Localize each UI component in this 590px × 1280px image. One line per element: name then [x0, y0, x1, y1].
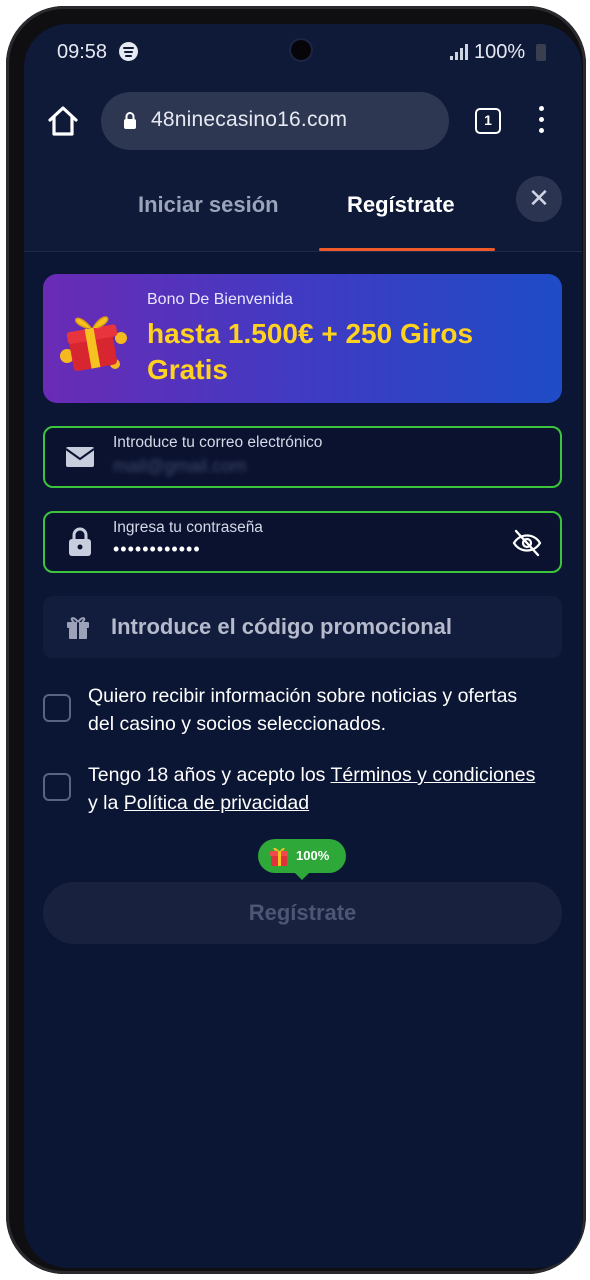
phone-frame: 09:58 100% 48ninecasino16.com 1 Iniciar … — [6, 6, 586, 1274]
battery-percent: 100% — [474, 41, 526, 63]
terms-middle: y la — [88, 792, 124, 814]
more-menu-icon[interactable] — [537, 106, 545, 136]
tab-login[interactable]: Iniciar sesión — [138, 192, 279, 218]
auth-tabs: Iniciar sesión Regístrate ✕ — [24, 164, 582, 252]
url-text: 48ninecasino16.com — [151, 108, 348, 131]
gift-icon — [60, 316, 127, 371]
envelope-icon — [65, 447, 95, 467]
padlock-icon — [69, 527, 91, 556]
tab-switcher-button[interactable]: 1 — [475, 108, 501, 134]
password-label: Ingresa tu contraseña — [113, 519, 263, 536]
email-label: Introduce tu correo electrónico — [113, 434, 323, 451]
email-field[interactable]: Introduce tu correo electrónico mail@gma… — [43, 426, 562, 488]
spotify-icon — [119, 42, 138, 61]
lock-icon — [124, 112, 136, 129]
screen: 09:58 100% 48ninecasino16.com 1 Iniciar … — [24, 24, 582, 1268]
bonus-title: hasta 1.500€ + 250 Giros Gratis — [147, 318, 474, 385]
newsletter-consent: Quiero recibir información sobre noticia… — [43, 682, 563, 742]
browser-toolbar: 48ninecasino16.com 1 — [24, 86, 582, 164]
terms-prefix: Tengo 18 años y acepto los — [88, 764, 331, 786]
address-bar[interactable]: 48ninecasino16.com — [101, 92, 449, 150]
terms-checkbox[interactable] — [43, 773, 71, 801]
promo-code-field[interactable]: Introduce el código promocional — [43, 596, 562, 658]
gift-small-icon — [67, 617, 89, 639]
tab-register[interactable]: Regístrate — [347, 192, 455, 218]
password-value: •••••••••••• — [113, 539, 201, 559]
home-icon[interactable] — [46, 104, 80, 138]
badge-percent: 100% — [296, 848, 330, 863]
bonus-label: Bono De Bienvenida — [147, 291, 293, 308]
register-submit-button[interactable]: Regístrate — [43, 882, 562, 944]
terms-consent: Tengo 18 años y acepto los Términos y co… — [43, 761, 563, 821]
newsletter-checkbox[interactable] — [43, 694, 71, 722]
email-value: mail@gmail.com — [113, 456, 247, 476]
active-tab-indicator — [319, 248, 495, 251]
promo-code-placeholder: Introduce el código promocional — [111, 614, 453, 639]
front-camera — [291, 40, 311, 60]
status-bar: 09:58 100% — [24, 24, 582, 86]
privacy-link[interactable]: Política de privacidad — [124, 792, 309, 814]
terms-link[interactable]: Términos y condiciones — [330, 764, 535, 786]
terms-text: Tengo 18 años y acepto los Términos y co… — [88, 761, 548, 817]
close-button[interactable]: ✕ — [516, 176, 562, 222]
welcome-bonus-banner: Bono De Bienvenida hasta 1.500€ + 250 Gi… — [43, 274, 562, 403]
battery-icon — [536, 44, 546, 61]
status-time: 09:58 — [57, 41, 108, 63]
gift-badge-icon — [270, 847, 288, 866]
signal-icon — [450, 44, 468, 60]
bonus-badge: 100% — [258, 839, 346, 880]
password-field[interactable]: Ingresa tu contraseña •••••••••••• — [43, 511, 562, 573]
hide-password-icon[interactable] — [512, 529, 542, 557]
newsletter-text: Quiero recibir información sobre noticia… — [88, 685, 518, 735]
